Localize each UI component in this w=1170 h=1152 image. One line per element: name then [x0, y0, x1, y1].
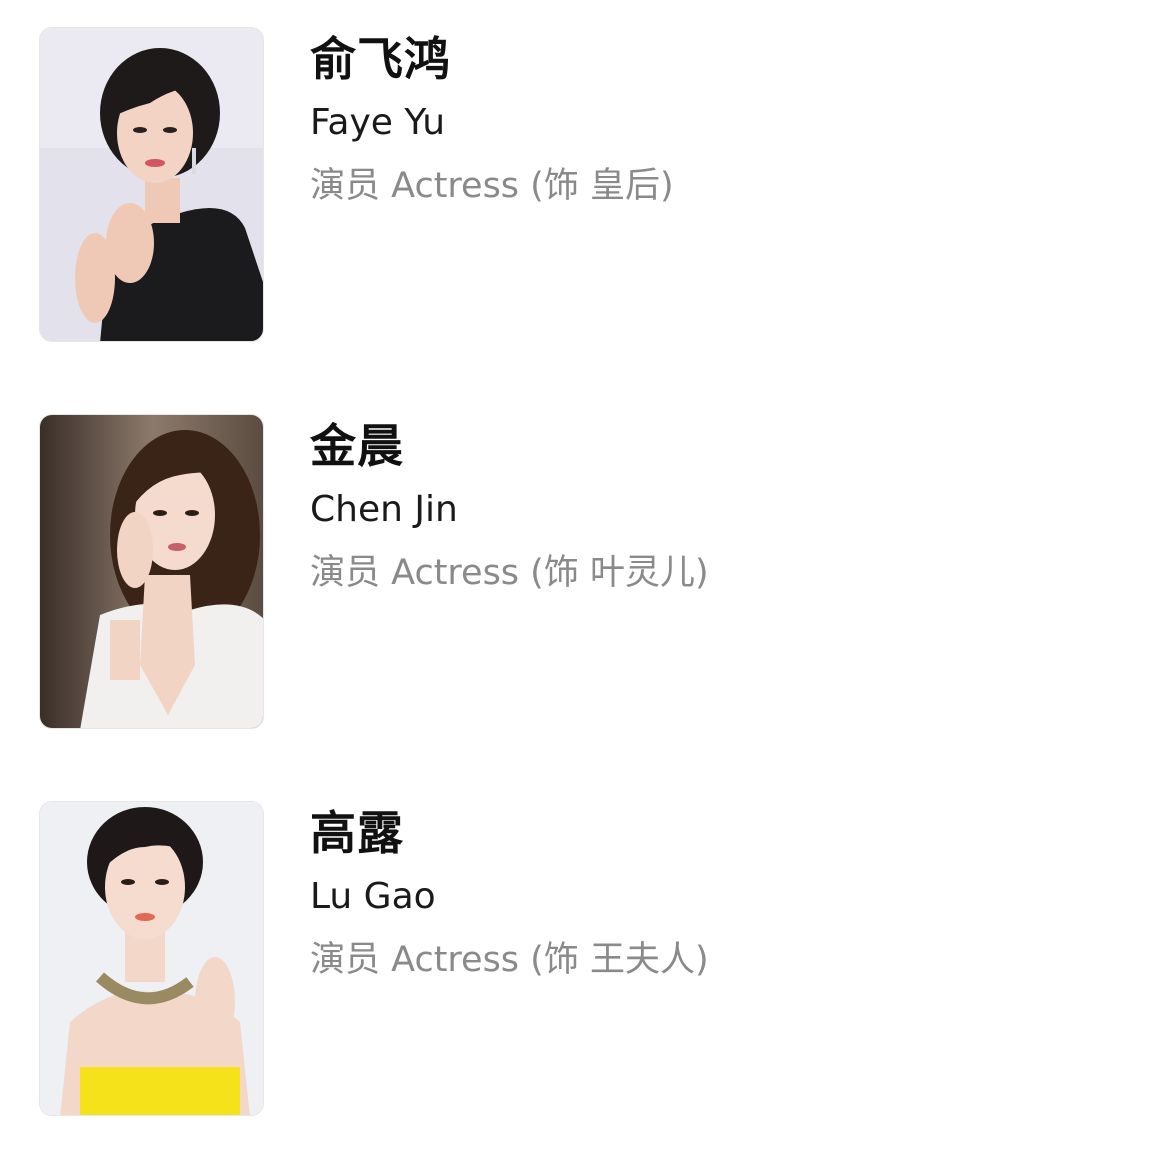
actor-role: 演员 Actress (饰 王夫人)	[310, 940, 709, 980]
cast-list: 俞飞鸿 Faye Yu 演员 Actress (饰 皇后) 金晨 Chen Ji…	[0, 0, 1170, 1152]
actor-role: 演员 Actress (饰 叶灵儿)	[310, 553, 709, 593]
actor-photo[interactable]	[39, 27, 264, 342]
actor-photo[interactable]	[39, 414, 264, 729]
actor-name-english: Faye Yu	[310, 102, 446, 143]
actor-name-chinese: 金晨	[310, 419, 404, 473]
actor-name-chinese: 高露	[310, 806, 404, 860]
actor-name-english: Lu Gao	[310, 876, 436, 917]
cast-item[interactable]: 俞飞鸿 Faye Yu 演员 Actress (饰 皇后)	[39, 27, 1139, 343]
actor-name-english: Chen Jin	[310, 489, 458, 530]
cast-item[interactable]: 高露 Lu Gao 演员 Actress (饰 王夫人)	[39, 801, 1139, 1117]
cast-item[interactable]: 金晨 Chen Jin 演员 Actress (饰 叶灵儿)	[39, 414, 1139, 730]
actor-photo[interactable]	[39, 801, 264, 1116]
actor-name-chinese: 俞飞鸿	[310, 32, 451, 86]
actor-role: 演员 Actress (饰 皇后)	[310, 166, 674, 206]
